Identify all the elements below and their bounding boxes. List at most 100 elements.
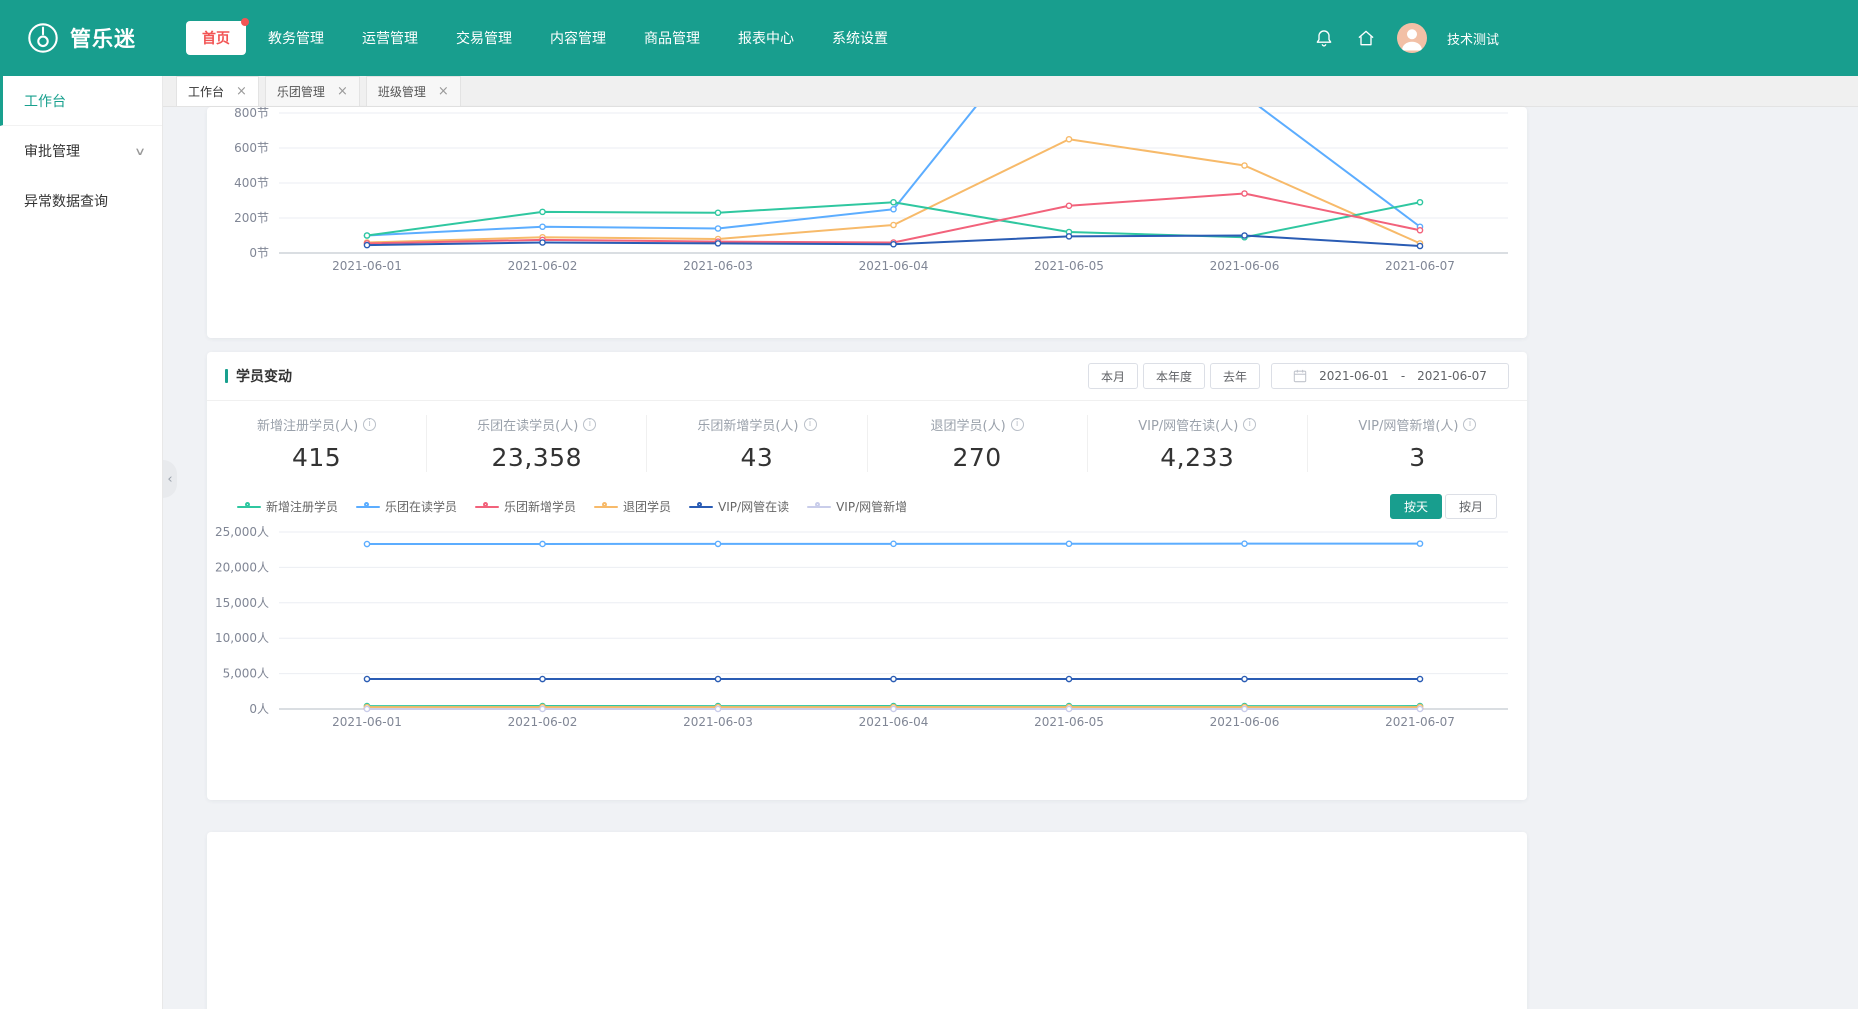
tab-orchestra-mgmt-label: 乐团管理 bbox=[277, 83, 325, 100]
brand-name: 管乐迷 bbox=[70, 23, 136, 53]
lessons-chart-card: 800节600节400节200节0节2021-06-012021-06-0220… bbox=[207, 107, 1527, 338]
legend-label: VIP/网管在读 bbox=[718, 498, 789, 515]
section-title: 学员变动 bbox=[236, 366, 292, 386]
stat-value: 270 bbox=[952, 443, 1001, 472]
svg-text:20,000人: 20,000人 bbox=[215, 560, 269, 574]
stat-label: VIP/网管在读(人) bbox=[1138, 415, 1238, 434]
home-icon[interactable] bbox=[1355, 27, 1377, 49]
nav-item-operation-mgmt[interactable]: 运营管理 bbox=[346, 21, 434, 55]
svg-text:0节: 0节 bbox=[249, 246, 269, 260]
legend-item[interactable]: 乐团新增学员 bbox=[475, 498, 576, 515]
stat-orchestra-enrolled: 乐团在读学员(人) i 23,358 bbox=[427, 415, 647, 472]
legend-marker-icon bbox=[237, 502, 261, 511]
bell-icon[interactable] bbox=[1313, 27, 1335, 49]
stat-value: 43 bbox=[741, 443, 774, 472]
svg-text:2021-06-04: 2021-06-04 bbox=[859, 259, 929, 273]
svg-text:800节: 800节 bbox=[234, 107, 269, 120]
student-change-line-chart: 25,000人 20,000人 15,000人 10,000人 5,000人 0人 2021… bbox=[207, 519, 1527, 749]
nav-item-academic-mgmt[interactable]: 教务管理 bbox=[252, 21, 340, 55]
sidebar-item-approvals-label: 审批管理 bbox=[24, 141, 80, 161]
legend-item[interactable]: VIP/网管新增 bbox=[807, 498, 907, 515]
info-icon[interactable]: i bbox=[363, 418, 376, 431]
svg-text:2021-06-06: 2021-06-06 bbox=[1210, 715, 1280, 729]
range-this-month-button[interactable]: 本月 bbox=[1088, 363, 1138, 389]
nav-item-report-center[interactable]: 报表中心 bbox=[722, 21, 810, 55]
tab-class-mgmt[interactable]: 班级管理 × bbox=[366, 76, 461, 106]
svg-text:2021-06-07: 2021-06-07 bbox=[1385, 715, 1455, 729]
info-icon[interactable]: i bbox=[1463, 418, 1476, 431]
nav-item-content-mgmt[interactable]: 内容管理 bbox=[534, 21, 622, 55]
nav-item-product-mgmt[interactable]: 商品管理 bbox=[628, 21, 716, 55]
partial-card bbox=[207, 832, 1527, 1009]
tab-bar: 工作台 × 乐团管理 × 班级管理 × bbox=[163, 76, 1858, 107]
stat-label: 乐团在读学员(人) bbox=[477, 415, 578, 434]
tab-workbench[interactable]: 工作台 × bbox=[176, 76, 259, 106]
nav-item-trade-mgmt[interactable]: 交易管理 bbox=[440, 21, 528, 55]
svg-text:15,000人: 15,000人 bbox=[215, 596, 269, 610]
svg-text:2021-06-02: 2021-06-02 bbox=[508, 715, 578, 729]
by-day-button[interactable]: 按天 bbox=[1390, 494, 1442, 519]
svg-text:400节: 400节 bbox=[234, 176, 269, 190]
scroll-area[interactable]: 800节600节400节200节0节2021-06-012021-06-0220… bbox=[163, 107, 1858, 1009]
legend-item[interactable]: 乐团在读学员 bbox=[356, 498, 457, 515]
svg-text:2021-06-03: 2021-06-03 bbox=[683, 715, 753, 729]
close-icon[interactable]: × bbox=[337, 84, 348, 99]
svg-text:2021-06-02: 2021-06-02 bbox=[508, 259, 578, 273]
info-icon[interactable]: i bbox=[1011, 418, 1024, 431]
nav-item-home[interactable]: 首页 bbox=[186, 21, 246, 55]
svg-text:2021-06-01: 2021-06-01 bbox=[332, 259, 402, 273]
svg-text:2021-06-03: 2021-06-03 bbox=[683, 259, 753, 273]
tab-orchestra-mgmt[interactable]: 乐团管理 × bbox=[265, 76, 360, 106]
legend-label: VIP/网管新增 bbox=[836, 498, 907, 515]
stat-value: 23,358 bbox=[492, 443, 582, 472]
main-content: 工作台 × 乐团管理 × 班级管理 × 800节600节400节200节0节20… bbox=[163, 76, 1858, 1009]
collapse-arrow-icon: ‹ bbox=[167, 472, 172, 487]
info-icon[interactable]: i bbox=[1243, 418, 1256, 431]
username[interactable]: 技术测试 bbox=[1447, 29, 1499, 48]
sidebar-item-approvals[interactable]: 审批管理 ∨ bbox=[0, 126, 162, 176]
range-controls: 本月 本年度 去年 2021-06-01 - 2021-06-07 bbox=[1088, 363, 1509, 389]
svg-text:25,000人: 25,000人 bbox=[215, 525, 269, 539]
by-month-button[interactable]: 按月 bbox=[1445, 494, 1497, 519]
avatar[interactable] bbox=[1397, 23, 1427, 53]
stat-vip-new: VIP/网管新增(人)i 3 bbox=[1308, 415, 1527, 472]
info-icon[interactable]: i bbox=[804, 418, 817, 431]
legend-label: 新增注册学员 bbox=[266, 498, 338, 515]
nav-item-system-settings[interactable]: 系统设置 bbox=[816, 21, 904, 55]
stat-value: 3 bbox=[1409, 443, 1425, 472]
svg-text:200节: 200节 bbox=[234, 211, 269, 225]
legend-marker-icon bbox=[807, 502, 831, 511]
stat-value: 415 bbox=[292, 443, 341, 472]
date-separator: - bbox=[1401, 369, 1405, 383]
range-last-year-button[interactable]: 去年 bbox=[1210, 363, 1260, 389]
main-nav: 首页 教务管理 运营管理 交易管理 内容管理 商品管理 报表中心 系统设置 bbox=[186, 21, 904, 55]
stat-label: 新增注册学员(人) bbox=[257, 415, 358, 434]
app-header: 管乐迷 首页 教务管理 运营管理 交易管理 内容管理 商品管理 报表中心 系统设… bbox=[0, 0, 1858, 76]
legend-label: 乐团在读学员 bbox=[385, 498, 457, 515]
close-icon[interactable]: × bbox=[438, 84, 449, 99]
legend-item[interactable]: 新增注册学员 bbox=[237, 498, 338, 515]
sidebar-item-workbench[interactable]: 工作台 bbox=[0, 76, 162, 126]
calendar-icon bbox=[1293, 369, 1307, 383]
date-range-picker[interactable]: 2021-06-01 - 2021-06-07 bbox=[1271, 363, 1509, 389]
range-this-year-button[interactable]: 本年度 bbox=[1143, 363, 1205, 389]
svg-text:2021-06-06: 2021-06-06 bbox=[1210, 259, 1280, 273]
info-icon[interactable]: i bbox=[583, 418, 596, 431]
stat-withdrawn: 退团学员(人)i 270 bbox=[868, 415, 1088, 472]
svg-text:10,000人: 10,000人 bbox=[215, 631, 269, 645]
svg-text:0人: 0人 bbox=[249, 702, 269, 716]
sidebar-item-workbench-label: 工作台 bbox=[24, 91, 66, 111]
legend-item[interactable]: VIP/网管在读 bbox=[689, 498, 789, 515]
sidebar-item-abnormal-data[interactable]: 异常数据查询 bbox=[0, 176, 162, 226]
svg-text:5,000人: 5,000人 bbox=[223, 667, 269, 681]
legend-marker-icon bbox=[356, 502, 380, 511]
stat-value: 4,233 bbox=[1160, 443, 1234, 472]
header-right: 技术测试 bbox=[1313, 23, 1499, 53]
student-change-header: 学员变动 本月 本年度 去年 2021-06-01 - 2021-06-07 bbox=[207, 352, 1527, 400]
student-stats-row: 新增注册学员(人)i 415 乐团在读学员(人)i 23,358 乐团新增学员(… bbox=[207, 400, 1527, 486]
close-icon[interactable]: × bbox=[236, 84, 247, 99]
tab-workbench-label: 工作台 bbox=[188, 83, 224, 100]
legend-item[interactable]: 退团学员 bbox=[594, 498, 671, 515]
stat-new-registered: 新增注册学员(人) i 415 bbox=[207, 415, 427, 472]
svg-text:2021-06-05: 2021-06-05 bbox=[1034, 259, 1104, 273]
